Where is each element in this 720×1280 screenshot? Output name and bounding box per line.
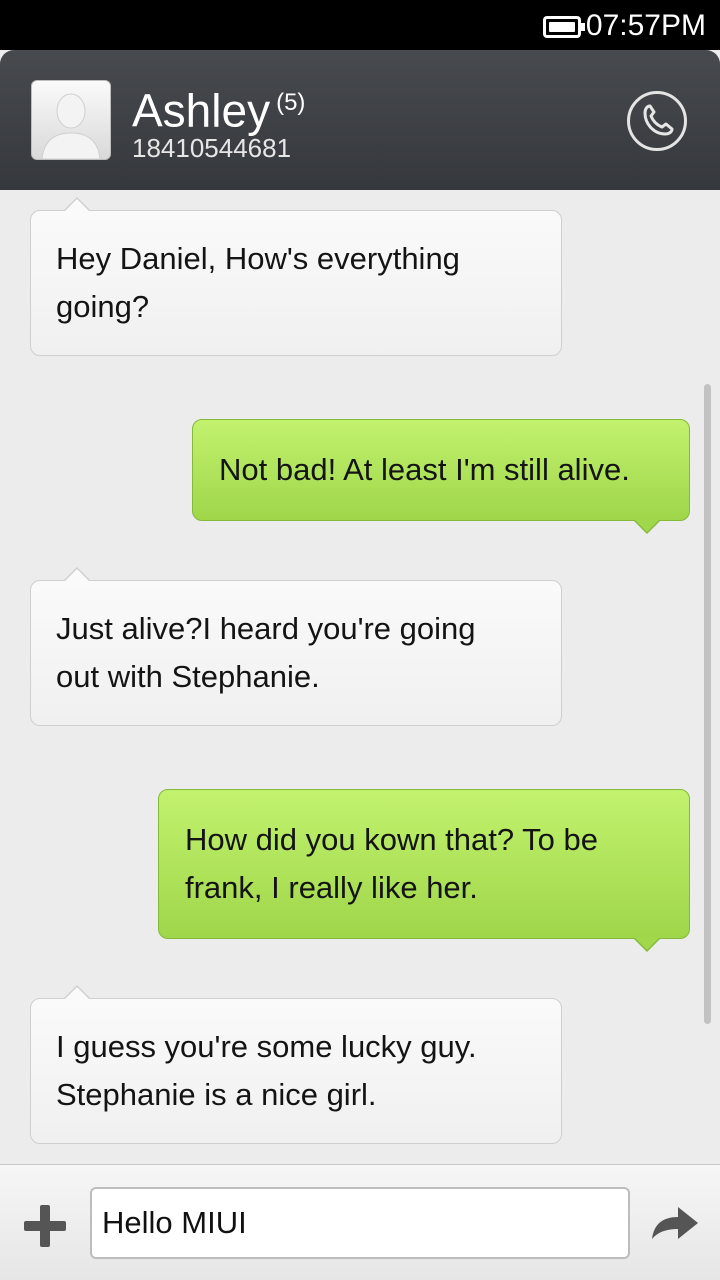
status-time: 07:57PM: [585, 9, 706, 42]
status-bar: 07:57PM: [0, 0, 720, 50]
message-text-line: Hey Daniel, How's everything: [56, 241, 460, 276]
message-bubble-incoming[interactable]: Hey Daniel, How's everything going?: [30, 197, 562, 356]
phone-icon: [643, 104, 674, 136]
contact-phone-number: 18410544681: [132, 133, 292, 163]
contact-name: Ashley: [132, 84, 271, 137]
message-text-line: frank, I really like her.: [185, 870, 478, 905]
call-button[interactable]: [627, 91, 687, 151]
contact-name-row: Ashley (5): [132, 73, 305, 140]
send-arrow-icon: [652, 1207, 698, 1239]
send-button[interactable]: [650, 1203, 700, 1243]
message-bubble-outgoing[interactable]: How did you kown that? To be frank, I re…: [158, 789, 690, 952]
message-text-line: going?: [56, 289, 150, 324]
scrollbar[interactable]: [704, 384, 711, 1024]
message-text-line: Just alive?I heard you're going: [56, 611, 476, 646]
message-text-line: I guess you're some lucky guy.: [56, 1029, 477, 1064]
message-bubble-outgoing[interactable]: Not bad! At least I'm still alive.: [192, 419, 690, 534]
message-text-line: How did you kown that? To be: [185, 822, 599, 857]
message-bubble-incoming[interactable]: I guess you're some lucky guy. Stephanie…: [30, 985, 562, 1144]
compose-bar: [0, 1164, 720, 1280]
contact-avatar[interactable]: [31, 80, 111, 160]
plus-icon[interactable]: [24, 1205, 66, 1247]
message-input[interactable]: [90, 1187, 630, 1259]
battery-icon: [543, 16, 585, 38]
person-silhouette-icon: [41, 93, 101, 159]
message-list[interactable]: Hey Daniel, How's everything going? Not …: [0, 190, 720, 1164]
message-text-line: out with Stephanie.: [56, 659, 320, 694]
message-text-line: Stephanie is a nice girl.: [56, 1077, 377, 1112]
message-bubble-incoming[interactable]: Just alive?I heard you're going out with…: [30, 567, 562, 726]
message-text-line: Not bad! At least I'm still alive.: [219, 452, 630, 487]
conversation-header: Ashley (5) 18410544681: [0, 50, 720, 190]
message-count: (5): [276, 89, 306, 116]
